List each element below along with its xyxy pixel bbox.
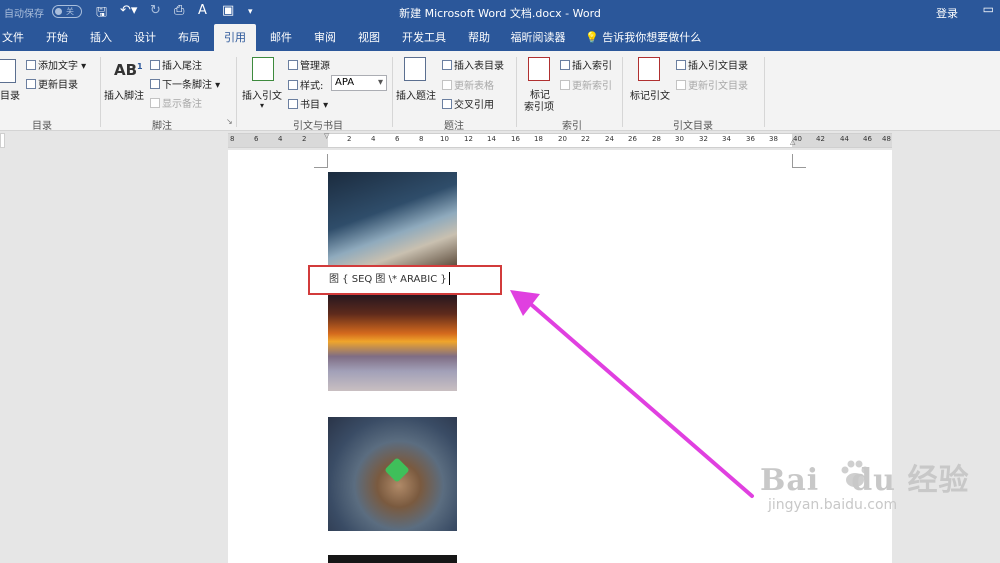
- watermark-url: jingyan.baidu.com: [768, 497, 898, 513]
- watermark-brand-2: du: [851, 463, 896, 498]
- watermark-chinese: 经验: [907, 463, 970, 498]
- vertical-scrollbar[interactable]: [988, 150, 1000, 563]
- arrow-shaft: [524, 298, 754, 498]
- baidu-watermark: Bai du 经验 jingyan.baidu.com: [760, 455, 969, 513]
- arrow-head: [510, 290, 540, 316]
- watermark-brand: Bai: [760, 463, 820, 498]
